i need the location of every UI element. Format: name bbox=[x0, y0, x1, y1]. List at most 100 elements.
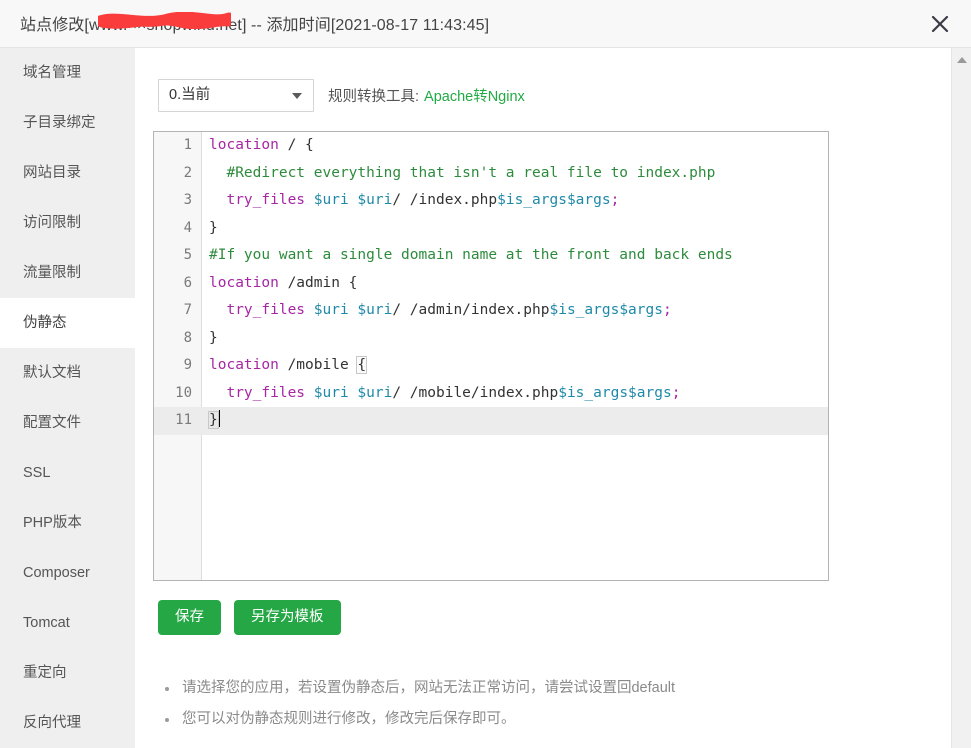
code-line[interactable]: 7 try_files $uri $uri/ /admin/index.php$… bbox=[154, 297, 828, 325]
code-text: #If you want a single domain name at the… bbox=[209, 242, 733, 270]
code-text: } bbox=[208, 407, 220, 435]
sidebar-item-12[interactable]: 重定向 bbox=[0, 648, 135, 698]
code-token: $uri bbox=[313, 302, 349, 318]
dialog-header: 站点修改[www.××shopwind.net] -- 添加时间[2021-08… bbox=[0, 0, 971, 48]
main-content: 0.当前 规则转换工具: Apache转Nginx 1 location / {2… bbox=[135, 48, 951, 748]
code-token: { bbox=[356, 356, 368, 374]
sidebar-item-11[interactable]: Tomcat bbox=[0, 598, 135, 648]
sidebar-item-6[interactable]: 默认文档 bbox=[0, 348, 135, 398]
sidebar-item-3[interactable]: 访问限制 bbox=[0, 198, 135, 248]
code-text: try_files $uri $uri/ /index.php$is_args$… bbox=[209, 187, 619, 215]
sidebar-item-label: 默认文档 bbox=[23, 365, 81, 381]
toolbar: 0.当前 规则转换工具: Apache转Nginx bbox=[158, 78, 525, 112]
vertical-scrollbar[interactable] bbox=[951, 48, 971, 748]
sidebar-item-label: 伪静态 bbox=[23, 315, 67, 331]
code-line[interactable]: 9 location /mobile { bbox=[154, 352, 828, 380]
line-number: 9 bbox=[183, 357, 192, 373]
action-buttons: 保存 另存为模板 bbox=[158, 600, 341, 635]
code-text: #Redirect everything that isn't a real f… bbox=[209, 160, 715, 188]
code-token: } bbox=[208, 411, 219, 429]
code-text: location /mobile { bbox=[209, 352, 368, 380]
code-token: ; bbox=[662, 302, 672, 318]
code-line[interactable]: 3 try_files $uri $uri/ /index.php$is_arg… bbox=[154, 187, 828, 215]
line-number: 5 bbox=[183, 247, 192, 263]
sidebar-item-label: Tomcat bbox=[23, 615, 70, 631]
code-line[interactable]: 5 #If you want a single domain name at th… bbox=[154, 242, 828, 270]
code-token: $uri bbox=[313, 192, 349, 208]
sidebar-item-13[interactable]: 反向代理 bbox=[0, 698, 135, 748]
sidebar-item-8[interactable]: SSL bbox=[0, 448, 135, 498]
sidebar-item-label: 网站目录 bbox=[23, 165, 81, 181]
chevron-down-icon bbox=[292, 92, 302, 99]
code-token: location bbox=[209, 137, 279, 153]
sidebar-item-label: 访问限制 bbox=[23, 215, 81, 231]
code-line[interactable]: 1 location / { bbox=[154, 132, 828, 160]
text-caret bbox=[218, 410, 220, 427]
code-token: location bbox=[209, 274, 279, 291]
code-line[interactable]: 6 location /admin { bbox=[154, 270, 828, 298]
line-number: 2 bbox=[183, 164, 192, 181]
sidebar-item-label: PHP版本 bbox=[23, 515, 82, 531]
code-token: $uri bbox=[357, 384, 393, 401]
sidebar-item-label: 域名管理 bbox=[23, 65, 81, 81]
code-text: try_files $uri $uri/ /admin/index.php$is… bbox=[209, 297, 672, 325]
code-token: / /admin/index.php bbox=[392, 302, 550, 318]
code-text: } bbox=[209, 325, 218, 353]
help-notes: 请选择您的应用，若设置伪静态后，网站无法正常访问，请尝试设置回default 您可… bbox=[155, 673, 915, 735]
line-number: 11 bbox=[175, 412, 192, 428]
sidebar-item-0[interactable]: 域名管理 bbox=[0, 48, 135, 98]
converter-label: 规则转换工具: bbox=[328, 88, 420, 105]
line-number: 6 bbox=[183, 274, 192, 291]
code-token: try_files bbox=[209, 192, 314, 208]
close-icon[interactable] bbox=[927, 11, 953, 37]
sidebar-item-1[interactable]: 子目录绑定 bbox=[0, 98, 135, 148]
help-note-1: 您可以对伪静态规则进行修改，修改完后保存即可。 bbox=[155, 704, 915, 735]
code-token: $is_args$args bbox=[549, 302, 663, 318]
code-token: try_files bbox=[209, 302, 314, 318]
code-text: location /admin { bbox=[209, 270, 357, 298]
code-token: / { bbox=[278, 137, 314, 153]
sidebar-item-4[interactable]: 流量限制 bbox=[0, 248, 135, 298]
rule-template-select[interactable]: 0.当前 bbox=[158, 78, 314, 112]
sidebar-item-9[interactable]: PHP版本 bbox=[0, 498, 135, 548]
sidebar-item-label: 重定向 bbox=[23, 665, 67, 681]
site-modify-dialog: 站点修改[www.××shopwind.net] -- 添加时间[2021-08… bbox=[0, 0, 971, 748]
apache-to-nginx-link[interactable]: Apache转Nginx bbox=[424, 85, 525, 106]
code-token: /mobile bbox=[278, 357, 358, 373]
code-text: } bbox=[209, 215, 218, 243]
sidebar-item-2[interactable]: 网站目录 bbox=[0, 148, 135, 198]
save-button[interactable]: 保存 bbox=[158, 600, 221, 635]
code-token: $is_args$args bbox=[497, 192, 611, 208]
code-line[interactable]: 10 try_files $uri $uri/ /mobile/index.ph… bbox=[154, 380, 828, 408]
help-note-0: 请选择您的应用，若设置伪静态后，网站无法正常访问，请尝试设置回default bbox=[155, 673, 915, 704]
editor-code-area[interactable]: 1 location / {2 #Redirect everything that… bbox=[154, 132, 828, 580]
sidebar-item-label: 子目录绑定 bbox=[23, 115, 96, 131]
code-line[interactable]: 8} bbox=[154, 325, 828, 353]
line-number: 7 bbox=[183, 302, 192, 318]
code-line[interactable]: 4} bbox=[154, 215, 828, 243]
rewrite-rules-code-editor[interactable]: 1 location / {2 #Redirect everything that… bbox=[153, 131, 829, 581]
code-token: try_files bbox=[209, 384, 314, 401]
sidebar-item-7[interactable]: 配置文件 bbox=[0, 398, 135, 448]
code-token: $uri bbox=[357, 192, 393, 208]
code-token: ; bbox=[610, 192, 620, 208]
code-token: #Redirect everything that isn't a real f… bbox=[209, 164, 716, 181]
sidebar-item-10[interactable]: Composer bbox=[0, 548, 135, 598]
line-number: 3 bbox=[183, 192, 192, 208]
code-token: } bbox=[209, 329, 218, 346]
code-line[interactable]: 11} bbox=[154, 407, 828, 435]
code-text: try_files $uri $uri/ /mobile/index.php$i… bbox=[209, 380, 680, 408]
scroll-up-arrow-icon[interactable] bbox=[957, 57, 967, 63]
code-token: / /mobile/index.php bbox=[392, 384, 559, 401]
code-token: / /index.php bbox=[392, 192, 498, 208]
code-token: $is_args$args bbox=[558, 384, 672, 401]
line-number: 8 bbox=[183, 329, 192, 346]
sidebar-item-label: SSL bbox=[23, 465, 51, 481]
code-text: location / { bbox=[209, 132, 314, 160]
code-line[interactable]: 2 #Redirect everything that isn't a real… bbox=[154, 160, 828, 188]
sidebar-nav[interactable]: 域名管理子目录绑定网站目录访问限制流量限制伪静态默认文档配置文件 SSL PHP版本… bbox=[0, 48, 135, 748]
rule-template-select-value: 0.当前 bbox=[169, 86, 211, 103]
sidebar-item-5[interactable]: 伪静态 bbox=[0, 298, 135, 348]
save-as-template-button[interactable]: 另存为模板 bbox=[234, 600, 341, 635]
line-number: 10 bbox=[175, 384, 192, 401]
